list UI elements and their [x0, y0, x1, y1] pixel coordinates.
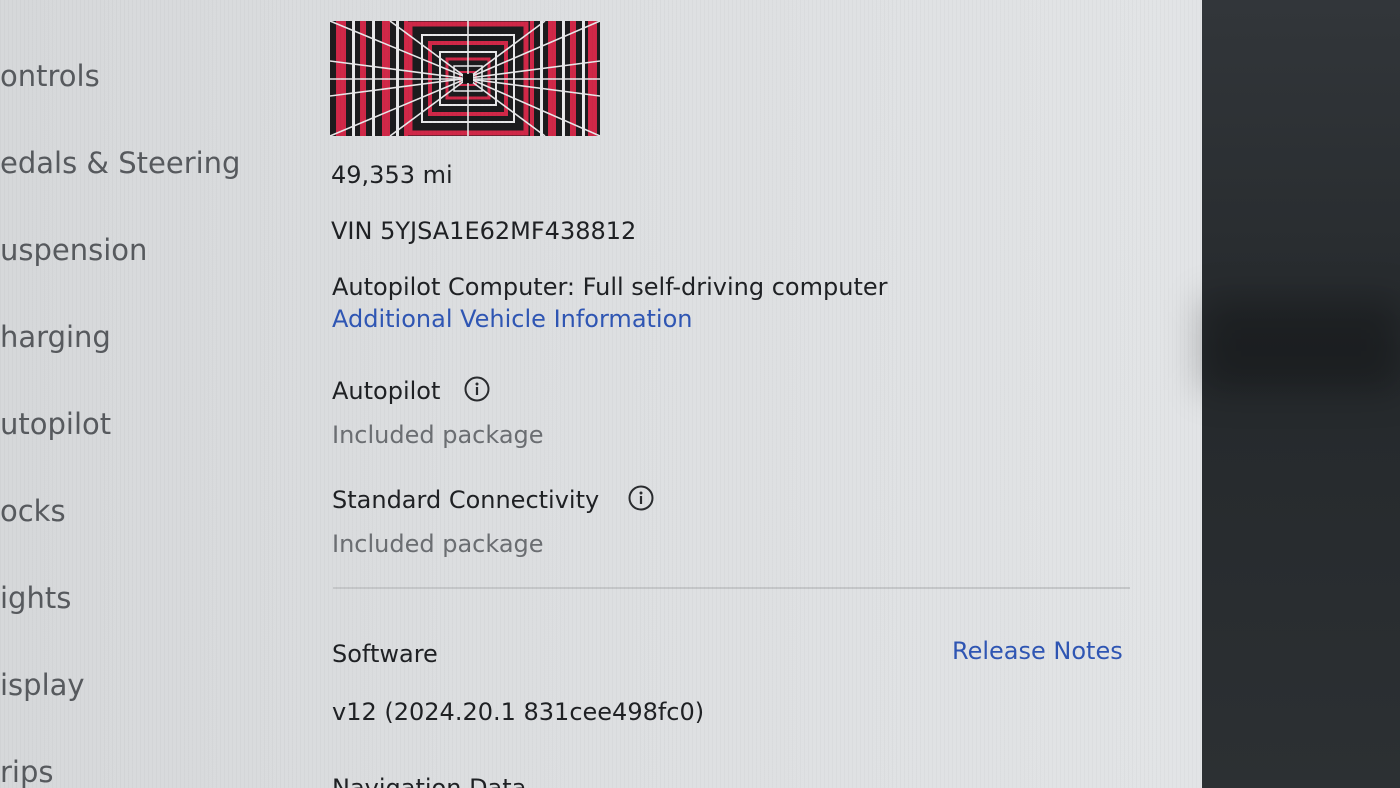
package-status-connectivity: Included package: [332, 530, 544, 558]
software-version: v12 (2024.20.1 831cee498fc0): [332, 698, 705, 726]
sidebar-item-lights[interactable]: ights: [0, 581, 71, 615]
package-status-autopilot: Included package: [332, 421, 544, 449]
touchscreen: ontrols edals & Steering uspension hargi…: [0, 0, 1202, 788]
sidebar-item-display[interactable]: isplay: [0, 668, 85, 702]
screen-bezel: [1202, 0, 1400, 788]
sidebar-item-charging[interactable]: harging: [0, 320, 111, 354]
sidebar-item-trips[interactable]: rips: [0, 755, 54, 788]
sidebar-item-pedals-steering[interactable]: edals & Steering: [0, 146, 240, 180]
package-name-autopilot: Autopilot: [332, 377, 441, 405]
package-name-connectivity: Standard Connectivity: [332, 486, 600, 514]
vehicle-image: [330, 21, 600, 136]
autopilot-computer-info: Autopilot Computer: Full self-driving co…: [332, 273, 888, 301]
section-divider: [333, 587, 1130, 589]
info-icon[interactable]: [464, 376, 490, 402]
sidebar-item-controls[interactable]: ontrols: [0, 59, 100, 93]
sidebar-item-suspension[interactable]: uspension: [0, 233, 147, 267]
navigation-data-label: Navigation Data: [332, 774, 527, 788]
info-icon[interactable]: [628, 485, 654, 511]
sidebar-item-locks[interactable]: ocks: [0, 494, 66, 528]
software-label: Software: [332, 640, 438, 668]
additional-vehicle-info-link[interactable]: Additional Vehicle Information: [332, 305, 693, 333]
sidebar-item-autopilot[interactable]: utopilot: [0, 407, 111, 441]
release-notes-link[interactable]: Release Notes: [952, 637, 1123, 665]
vin-number: VIN 5YJSA1E62MF438812: [331, 217, 637, 245]
odometer: 49,353 mi: [331, 161, 453, 189]
bezel-shadow: [1202, 300, 1400, 390]
